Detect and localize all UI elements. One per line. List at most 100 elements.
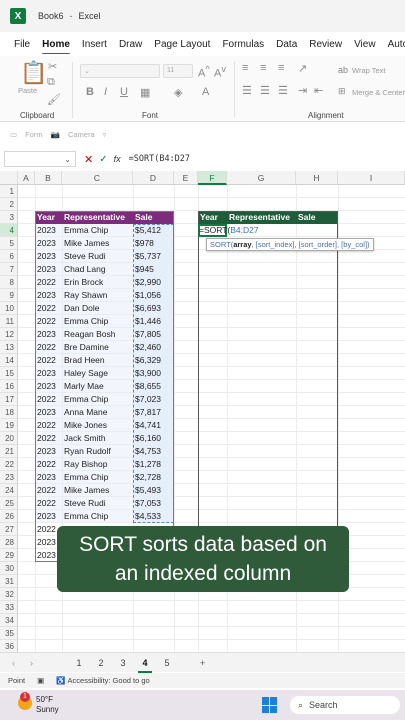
row-header-20[interactable]: 20 xyxy=(0,432,18,445)
format-painter-icon[interactable]: 🖌 xyxy=(47,93,61,106)
customize-toolbar-icon[interactable]: ▿ xyxy=(103,130,107,139)
sheet-tab-1[interactable]: 1 xyxy=(68,658,90,668)
windows-start-icon[interactable] xyxy=(262,697,278,713)
sheet-tab-2[interactable]: 2 xyxy=(90,658,112,668)
formula-in-cell[interactable]: =SORT(B4:D27 xyxy=(199,224,259,237)
formula-input[interactable]: =SORT(B4:D27 xyxy=(129,154,190,164)
column-header-b[interactable]: B xyxy=(35,171,62,185)
row-header-35[interactable]: 35 xyxy=(0,627,18,640)
row-header-14[interactable]: 14 xyxy=(0,354,18,367)
row-header-12[interactable]: 12 xyxy=(0,328,18,341)
tab-data[interactable]: Data xyxy=(270,39,303,50)
font-name-select[interactable]: ⌄ xyxy=(80,64,160,78)
row-header-30[interactable]: 30 xyxy=(0,562,18,575)
column-header-c[interactable]: C xyxy=(62,171,133,185)
underline-icon[interactable]: U xyxy=(120,86,128,98)
row-header-3[interactable]: 3 xyxy=(0,211,18,224)
row-header-32[interactable]: 32 xyxy=(0,588,18,601)
camera-icon[interactable]: 📷 xyxy=(51,130,60,139)
indent-icon[interactable]: ⇥ xyxy=(298,84,307,97)
form-button[interactable]: Form xyxy=(25,130,43,139)
accessibility-status[interactable]: Accessibility: Good to go xyxy=(68,676,150,685)
row-header-9[interactable]: 9 xyxy=(0,289,18,302)
font-size-select[interactable]: 11 xyxy=(163,64,193,78)
outdent-icon[interactable]: ⇤ xyxy=(314,84,323,97)
cut-icon[interactable]: ✂ xyxy=(48,60,57,73)
align-top-icon[interactable]: ≡ xyxy=(242,62,248,74)
orientation-icon[interactable]: ↗ xyxy=(298,62,307,75)
insert-function-icon[interactable]: fx xyxy=(114,154,121,164)
tab-review[interactable]: Review xyxy=(303,39,348,50)
row-header-25[interactable]: 25 xyxy=(0,497,18,510)
row-header-31[interactable]: 31 xyxy=(0,575,18,588)
sheet-tab-5[interactable]: 5 xyxy=(156,658,178,668)
row-header-21[interactable]: 21 xyxy=(0,445,18,458)
column-header-e[interactable]: E xyxy=(174,171,198,185)
row-header-17[interactable]: 17 xyxy=(0,393,18,406)
column-header-d[interactable]: D xyxy=(133,171,174,185)
wrap-text-icon[interactable]: ab xyxy=(338,65,348,75)
next-sheet-icon[interactable]: › xyxy=(30,658,48,668)
row-header-2[interactable]: 2 xyxy=(0,198,18,211)
tab-formulas[interactable]: Formulas xyxy=(216,39,270,50)
align-left-icon[interactable]: ☰ xyxy=(242,84,252,97)
row-header-1[interactable]: 1 xyxy=(0,185,18,198)
fill-color-icon[interactable]: ◈ xyxy=(174,86,182,99)
add-sheet-button[interactable]: + xyxy=(200,658,205,668)
bold-icon[interactable]: B xyxy=(86,86,94,98)
name-box[interactable]: ⌄ xyxy=(4,151,76,167)
cancel-icon[interactable]: ✕ xyxy=(84,153,93,166)
row-header-22[interactable]: 22 xyxy=(0,458,18,471)
row-header-27[interactable]: 27 xyxy=(0,523,18,536)
paste-icon[interactable]: 📋 xyxy=(20,60,47,86)
tab-insert[interactable]: Insert xyxy=(76,39,113,50)
italic-icon[interactable]: I xyxy=(104,86,107,98)
taskbar-search[interactable]: ⌕ Search xyxy=(290,696,400,714)
row-header-26[interactable]: 26 xyxy=(0,510,18,523)
row-header-13[interactable]: 13 xyxy=(0,341,18,354)
align-right-icon[interactable]: ☰ xyxy=(278,84,288,97)
column-header-f[interactable]: F xyxy=(198,171,227,185)
tab-draw[interactable]: Draw xyxy=(113,39,148,50)
camera-button[interactable]: Camera xyxy=(68,130,95,139)
column-header-a[interactable]: A xyxy=(18,171,35,185)
merge-center-icon[interactable]: ⊞ xyxy=(338,86,346,97)
row-header-7[interactable]: 7 xyxy=(0,263,18,276)
merge-center-button[interactable]: Merge & Center xyxy=(352,88,405,97)
tab-home[interactable]: Home xyxy=(36,39,76,54)
row-header-34[interactable]: 34 xyxy=(0,614,18,627)
row-header-18[interactable]: 18 xyxy=(0,406,18,419)
sheet-tab-3[interactable]: 3 xyxy=(112,658,134,668)
borders-icon[interactable]: ▦ xyxy=(140,86,150,99)
grow-font-icon[interactable]: A^ xyxy=(198,64,210,80)
prev-sheet-icon[interactable]: ‹ xyxy=(12,658,30,668)
column-header-i[interactable]: I xyxy=(338,171,405,185)
row-header-16[interactable]: 16 xyxy=(0,380,18,393)
font-color-icon[interactable]: A xyxy=(202,86,209,98)
row-header-24[interactable]: 24 xyxy=(0,484,18,497)
paste-label[interactable]: Paste xyxy=(18,86,37,95)
row-header-33[interactable]: 33 xyxy=(0,601,18,614)
macro-record-icon[interactable]: ▣ xyxy=(37,676,44,685)
row-header-11[interactable]: 11 xyxy=(0,315,18,328)
row-header-19[interactable]: 19 xyxy=(0,419,18,432)
form-icon[interactable]: ▭ xyxy=(10,130,17,139)
tab-automate[interactable]: Automate xyxy=(382,39,405,50)
row-header-28[interactable]: 28 xyxy=(0,536,18,549)
row-header-10[interactable]: 10 xyxy=(0,302,18,315)
align-middle-icon[interactable]: ≡ xyxy=(260,62,266,74)
tab-page-layout[interactable]: Page Layout xyxy=(148,39,216,50)
row-header-5[interactable]: 5 xyxy=(0,237,18,250)
row-header-8[interactable]: 8 xyxy=(0,276,18,289)
row-header-23[interactable]: 23 xyxy=(0,471,18,484)
column-header-g[interactable]: G xyxy=(227,171,296,185)
wrap-text-button[interactable]: Wrap Text xyxy=(352,66,386,75)
align-bottom-icon[interactable]: ≡ xyxy=(278,62,284,74)
copy-icon[interactable]: ⧉ xyxy=(47,76,55,89)
tab-file[interactable]: File xyxy=(0,39,36,50)
accessibility-icon[interactable]: ♿ xyxy=(56,676,65,685)
align-center-icon[interactable]: ☰ xyxy=(260,84,270,97)
enter-icon[interactable]: ✓ xyxy=(99,154,107,165)
shrink-font-icon[interactable]: Av xyxy=(214,64,226,80)
row-header-15[interactable]: 15 xyxy=(0,367,18,380)
